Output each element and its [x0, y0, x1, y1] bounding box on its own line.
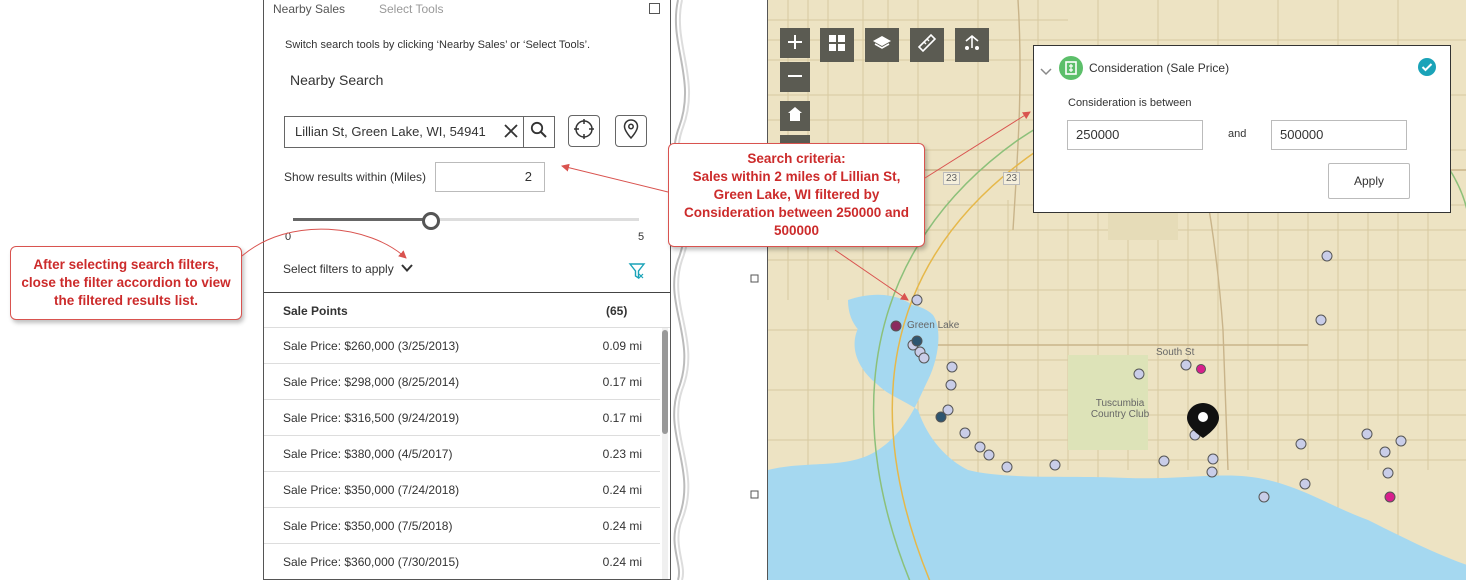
sale-distance: 0.23 mi [602, 447, 642, 461]
results-count: (65) [606, 304, 628, 318]
filter-subtitle: Consideration is between [1068, 97, 1192, 109]
instruction-text: Switch search tools by clicking ‘Nearby … [285, 39, 591, 51]
plus-icon [787, 31, 803, 55]
distance-label: Show results within (Miles) [284, 170, 427, 184]
min-value-input[interactable]: 250000 [1067, 120, 1203, 150]
screenshot-cut-divider [671, 0, 768, 580]
filter-title: Consideration (Sale Price) [1089, 61, 1230, 75]
search-button[interactable] [523, 116, 555, 148]
sale-price: Sale Price: $298,000 (8/25/2014) [283, 375, 460, 389]
locate-button[interactable] [568, 115, 600, 147]
measure-button[interactable] [910, 28, 944, 62]
zoom-in-button[interactable] [780, 28, 810, 58]
consideration-filter-popup: Consideration (Sale Price) Consideration… [1033, 45, 1451, 213]
chevron-down-icon [400, 262, 414, 276]
instruction-callout-text: After selecting search filters, close th… [21, 257, 231, 308]
distance-slider-handle[interactable] [422, 212, 441, 230]
map-label-road-23b: 23 [1003, 172, 1021, 185]
table-row[interactable]: Sale Price: $360,000 (7/30/2015) 0.24 mi [264, 544, 660, 579]
nearby-sales-panel: Nearby Sales Select Tools Switch search … [263, 0, 671, 580]
map-label-club: Tuscumbia Country Club [1090, 398, 1150, 420]
filters-label: Select filters to apply [283, 262, 394, 276]
crosshair-icon [573, 118, 595, 145]
table-row[interactable]: Sale Price: $260,000 (3/25/2013) 0.09 mi [264, 328, 660, 364]
sale-price: Sale Price: $350,000 (7/24/2018) [283, 483, 460, 497]
sale-distance: 0.24 mi [602, 483, 642, 497]
table-row[interactable]: Sale Price: $350,000 (7/5/2018) 0.24 mi [264, 508, 660, 544]
sale-price: Sale Price: $380,000 (4/5/2017) [283, 447, 453, 461]
distance-slider-fill [293, 218, 432, 221]
basemap-gallery-button[interactable] [820, 28, 854, 62]
share-button[interactable] [955, 28, 989, 62]
search-icon [530, 121, 548, 144]
share-icon [962, 33, 982, 58]
sale-price: Sale Price: $260,000 (3/25/2013) [283, 339, 460, 353]
layer-list-button[interactable] [865, 28, 899, 62]
sale-price: Sale Price: $360,000 (7/30/2015) [283, 555, 460, 569]
tab-select-tools[interactable]: Select Tools [379, 2, 443, 16]
slider-max-label: 5 [638, 231, 645, 243]
clear-icon[interactable] [501, 121, 521, 141]
filter-icon[interactable] [628, 262, 646, 280]
filter-category-icon [1059, 56, 1083, 80]
tab-nearby-sales[interactable]: Nearby Sales [273, 2, 345, 16]
filters-accordion-toggle[interactable]: Select filters to apply [283, 262, 414, 276]
grid-icon [828, 34, 846, 57]
chevron-down-icon[interactable] [1040, 63, 1052, 81]
tab-bar: Nearby Sales Select Tools [264, 0, 670, 20]
table-row[interactable]: Sale Price: $380,000 (4/5/2017) 0.23 mi [264, 436, 660, 472]
sale-distance: 0.17 mi [602, 375, 642, 389]
map-label-town: Green Lake [907, 320, 960, 331]
table-row[interactable]: Sale Price: $350,000 (7/24/2018) 0.24 mi [264, 472, 660, 508]
map-pin-icon [621, 118, 641, 145]
sale-price: Sale Price: $350,000 (7/5/2018) [283, 519, 453, 533]
sale-distance: 0.17 mi [602, 411, 642, 425]
minus-icon [787, 65, 803, 89]
home-icon [786, 104, 804, 128]
check-icon[interactable] [1418, 58, 1436, 76]
zoom-out-button[interactable] [780, 62, 810, 92]
and-label: and [1228, 128, 1247, 140]
instruction-callout: After selecting search filters, close th… [10, 246, 242, 320]
home-button[interactable] [780, 101, 810, 131]
search-criteria-callout: Search criteria: Sales within 2 miles of… [668, 143, 925, 247]
maximize-icon[interactable] [649, 3, 660, 14]
results-list: Sale Price: $260,000 (3/25/2013) 0.09 mi … [264, 328, 660, 579]
layers-icon [872, 34, 892, 57]
sale-distance: 0.09 mi [602, 339, 642, 353]
sale-distance: 0.24 mi [602, 555, 642, 569]
distance-input[interactable]: 2 [435, 162, 545, 192]
search-criteria-text: Search criteria: Sales within 2 miles of… [683, 151, 910, 238]
pin-location-button[interactable] [615, 115, 647, 147]
results-header: Sale Points (65) [264, 292, 670, 328]
apply-button[interactable]: Apply [1328, 163, 1410, 199]
table-row[interactable]: Sale Price: $316,500 (9/24/2019) 0.17 mi [264, 400, 660, 436]
sale-distance: 0.24 mi [602, 519, 642, 533]
ruler-icon [917, 33, 937, 58]
search-input[interactable]: Lillian St, Green Lake, WI, 54941 [284, 116, 524, 148]
map-label-south-st: South St [1156, 347, 1195, 358]
slider-min-label: 0 [285, 231, 292, 243]
results-title: Sale Points [283, 304, 348, 318]
max-value-input[interactable]: 500000 [1271, 120, 1407, 150]
sale-price: Sale Price: $316,500 (9/24/2019) [283, 411, 460, 425]
section-title: Nearby Search [290, 72, 384, 88]
map-label-road-23a: 23 [943, 172, 961, 185]
table-row[interactable]: Sale Price: $298,000 (8/25/2014) 0.17 mi [264, 364, 660, 400]
